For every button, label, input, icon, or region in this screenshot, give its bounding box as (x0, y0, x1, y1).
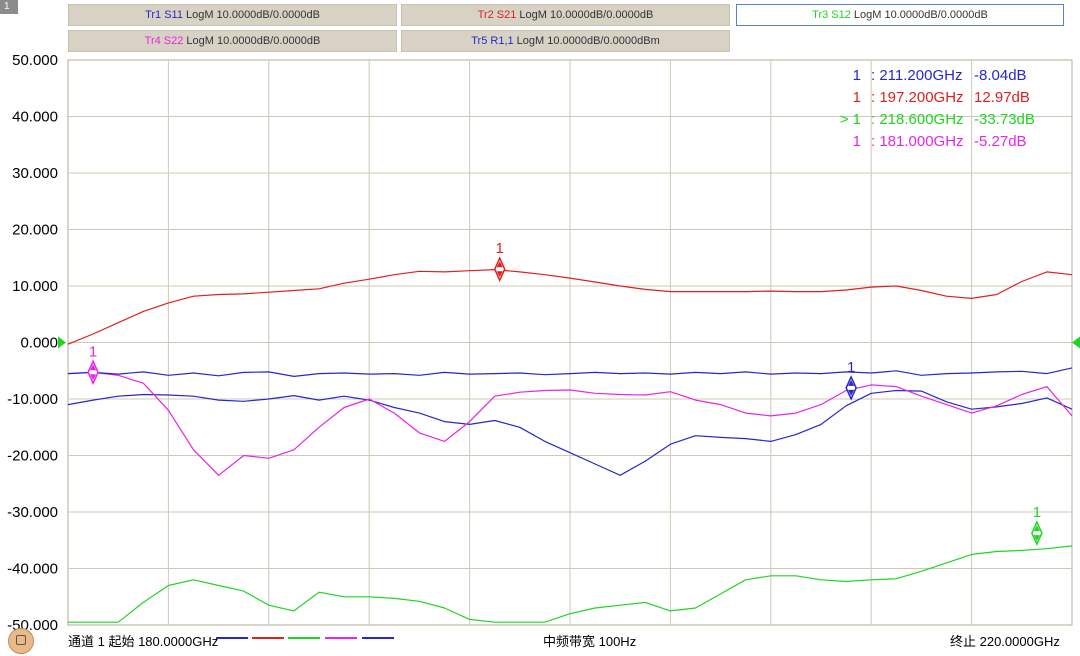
marker-label: 1 (1033, 504, 1041, 521)
marker-label: 1 (89, 343, 97, 360)
y-tick-label: -10.000 (7, 391, 58, 408)
reference-level-right-marker (1072, 336, 1080, 349)
trace-format: LogM 10.0000dB/0.0000dB (185, 9, 320, 21)
y-tick-label: -30.000 (7, 504, 58, 521)
marker-readout-frequency: : 218.600GHz (871, 111, 964, 128)
marker-readout-value: 12.97dB (974, 89, 1030, 106)
trace-swatch (288, 637, 320, 639)
marker-readout-index: 1 (853, 133, 861, 150)
marker-label: 1 (496, 240, 504, 257)
trace-name: Tr5 R1,1 (471, 35, 514, 47)
stop-frequency-label: 终止 220.0000GHz (950, 634, 1060, 649)
y-tick-label: -20.000 (7, 448, 58, 465)
y-tick-label: -40.000 (7, 561, 58, 578)
y-tick-label: 20.000 (12, 222, 58, 239)
if-bandwidth-label: 中频带宽 100Hz (543, 634, 637, 649)
marker-readout-index: 1 (853, 67, 861, 84)
marker-readout-value: -5.27dB (974, 133, 1027, 150)
vna-plot: 50.000 40.000 30.000 20.000 10.000 0.000 -10.0… (7, 52, 1080, 634)
marker-readout-index: > 1 (840, 111, 861, 128)
trace-format: LogM 10.0000dB/0.0000dB (186, 35, 321, 47)
reference-level-left-marker (58, 336, 66, 349)
marker-readout-value: -8.04dB (974, 67, 1027, 84)
trace-name: Tr3 S12 (812, 9, 851, 21)
y-tick-label: 10.000 (12, 278, 58, 295)
trace-format: LogM 10.0000dB/0.0000dB (853, 9, 988, 21)
trace-name: Tr1 S11 (145, 9, 183, 21)
marker-readout-index: 1 (853, 89, 861, 106)
marker-label: 1 (847, 359, 855, 376)
marker-readout-value: -33.73dB (974, 111, 1035, 128)
trace-button-tr3[interactable]: Tr3 S12 LogM 10.0000dB/0.0000dB (736, 4, 1064, 26)
trace-swatch (252, 637, 284, 639)
y-tick-label: 0.000 (20, 335, 58, 352)
y-tick-label: 40.000 (12, 109, 58, 126)
trace-name: Tr4 S22 (144, 35, 184, 47)
trace-swatch (362, 637, 394, 639)
trace-button-tr1[interactable]: Tr1 S11 LogM 10.0000dB/0.0000dB (68, 4, 397, 26)
marker-readout-frequency: : 197.200GHz (871, 89, 964, 106)
start-frequency-label: 通道 1 起始 180.0000GHz (68, 634, 219, 649)
trace-name: Tr2 S21 (477, 9, 517, 21)
channel-settings-icon[interactable] (8, 628, 34, 654)
y-tick-label: 30.000 (12, 165, 58, 182)
trace-swatch (325, 637, 357, 639)
marker-readout-frequency: : 181.000GHz (871, 133, 964, 150)
trace-button-tr2[interactable]: Tr2 S21 LogM 10.0000dB/0.0000dB (401, 4, 730, 26)
marker-readout-frequency: : 211.200GHz (871, 67, 962, 84)
trace-button-tr5[interactable]: Tr5 R1,1 LogM 10.0000dB/0.0000dBm (401, 30, 730, 52)
trace-format: LogM 10.0000dB/0.0000dB (519, 9, 654, 21)
channel-number: 1 (4, 1, 10, 12)
trace-button-tr4[interactable]: Tr4 S22 LogM 10.0000dB/0.0000dB (68, 30, 397, 52)
channel-indicator[interactable]: 1 (0, 0, 18, 14)
trace-format: LogM 10.0000dB/0.0000dBm (516, 35, 660, 47)
y-tick-label: 50.000 (12, 52, 58, 69)
trace-swatch (216, 637, 248, 639)
